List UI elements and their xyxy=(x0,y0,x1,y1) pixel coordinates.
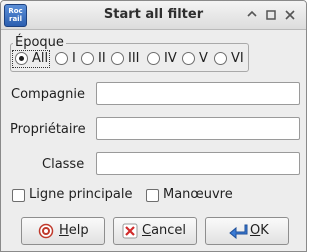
ok-arrow-icon xyxy=(228,223,248,240)
epoque-label: Époque xyxy=(13,35,66,50)
compagnie-input[interactable] xyxy=(96,82,300,105)
radio-button[interactable] xyxy=(55,52,68,65)
radio-button[interactable] xyxy=(147,52,160,65)
ligne-principale-checkbox[interactable] xyxy=(12,189,25,202)
radio-label: III xyxy=(128,51,140,66)
radio-label: II xyxy=(98,51,106,66)
classe-input[interactable] xyxy=(96,152,300,175)
radio-label: All xyxy=(32,51,49,66)
radio-label: IV xyxy=(164,51,177,66)
proprietaire-label: Propriétaire xyxy=(10,122,86,137)
radio-button[interactable] xyxy=(111,52,124,65)
window-title: Start all filter xyxy=(103,7,204,22)
ligne-principale-label: Ligne principale xyxy=(29,187,133,202)
radio-label: VI xyxy=(231,51,244,66)
help-icon xyxy=(38,223,54,239)
radio-label: V xyxy=(199,51,208,66)
cancel-label: Cancel xyxy=(142,223,187,238)
radio-button[interactable] xyxy=(81,52,94,65)
close-icon[interactable] xyxy=(284,9,296,21)
proprietaire-input[interactable] xyxy=(96,117,300,140)
cancel-icon xyxy=(122,223,138,239)
ok-label: OK xyxy=(250,223,269,238)
manoeuvre-label: Manœuvre xyxy=(163,187,233,202)
radio-button[interactable] xyxy=(214,52,227,65)
maximize-icon[interactable] xyxy=(265,9,277,21)
manoeuvre-checkbox[interactable] xyxy=(146,189,159,202)
radio-button[interactable] xyxy=(15,52,28,65)
cancel-button[interactable]: Cancel xyxy=(113,217,197,245)
minimize-icon[interactable] xyxy=(246,9,258,21)
classe-label: Classe xyxy=(42,157,85,172)
radio-button[interactable] xyxy=(182,52,195,65)
ok-button[interactable]: OK xyxy=(205,217,289,245)
help-button[interactable]: Help xyxy=(21,217,105,245)
help-label: Help xyxy=(59,223,89,238)
radio-label: I xyxy=(72,51,76,66)
title-bar[interactable]: Roc rail Start all filter xyxy=(1,1,306,30)
dialog-window: Roc rail Start all filter Époque All I I… xyxy=(0,0,307,252)
compagnie-label: Compagnie xyxy=(11,87,86,102)
